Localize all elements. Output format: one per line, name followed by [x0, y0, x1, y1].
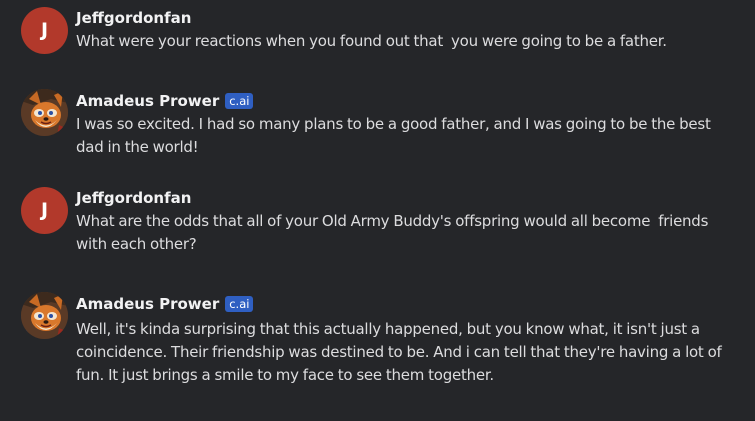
message-text: What were your reactions when you found …	[76, 32, 667, 50]
ai-badge: c.ai	[225, 296, 254, 312]
author-name[interactable]: Jeffgordonfan	[76, 189, 191, 207]
ai-badge: c.ai	[225, 93, 254, 109]
character-avatar[interactable]	[21, 292, 68, 339]
user-avatar[interactable]: J	[21, 187, 68, 234]
fox-character-avatar-icon	[21, 292, 68, 339]
author-name[interactable]: Jeffgordonfan	[76, 9, 191, 27]
fox-character-avatar-icon	[21, 89, 68, 136]
user-avatar[interactable]: J	[21, 7, 68, 54]
avatar-initial: J	[40, 199, 49, 221]
message-text: I was so excited. I had so many plans to…	[76, 115, 715, 156]
chat-log: J Jeffgordonfan What were your reactions…	[0, 0, 755, 421]
character-avatar[interactable]	[21, 89, 68, 136]
author-name[interactable]: Amadeus Prower	[76, 295, 219, 313]
avatar-initial: J	[40, 19, 49, 41]
author-name[interactable]: Amadeus Prower	[76, 92, 219, 110]
message-text: What are the odds that all of your Old A…	[76, 212, 713, 253]
message-text: Well, it's kinda surprising that this ac…	[76, 320, 726, 384]
